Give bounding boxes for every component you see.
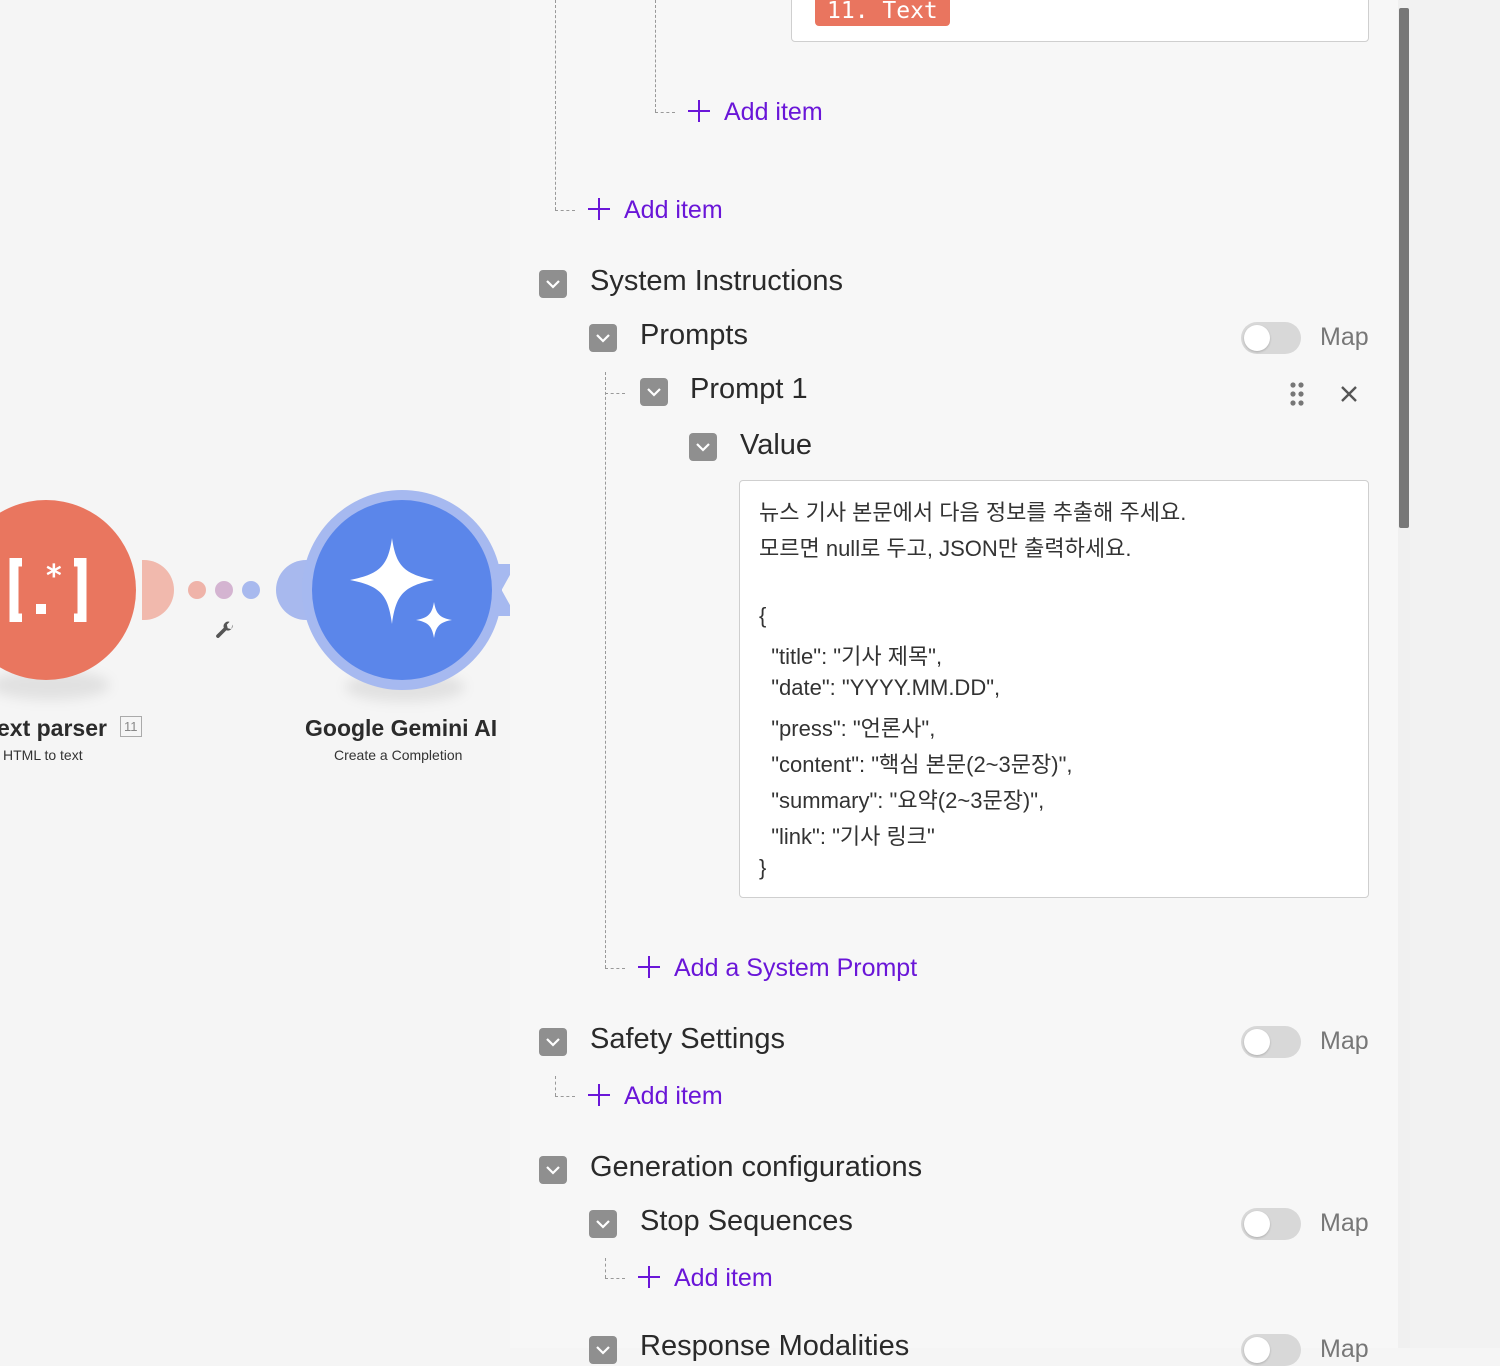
mapped-value-pill[interactable]: 11. Text — [815, 0, 950, 26]
section-title-response-modalities: Response Modalities — [640, 1330, 910, 1362]
route-dot — [188, 581, 206, 599]
field-label-value: Value — [740, 429, 813, 461]
tree-line — [605, 968, 625, 969]
route-dot — [215, 581, 233, 599]
map-toggle-response-modalities[interactable] — [1241, 1334, 1301, 1366]
chevron-down-icon — [596, 334, 610, 343]
wrench-icon[interactable] — [214, 620, 236, 642]
map-toggle-stop-sequences[interactable] — [1241, 1208, 1301, 1240]
tree-line — [555, 0, 556, 210]
canvas-right-strip — [1410, 0, 1500, 1348]
collapse-toggle-safety-settings[interactable] — [539, 1028, 567, 1056]
prompt-value-textarea[interactable]: 뉴스 기사 본문에서 다음 정보를 추출해 주세요. 모르면 null로 두고,… — [739, 480, 1369, 898]
textarea-line: "link": "기사 링크" — [759, 824, 935, 849]
text-parser-module[interactable]: * — [0, 500, 136, 680]
collapse-toggle-response-modalities[interactable] — [589, 1336, 617, 1364]
google-gemini-module[interactable] — [312, 500, 492, 680]
tree-line — [605, 372, 606, 968]
module-connector-out[interactable] — [142, 560, 174, 620]
chevron-down-icon — [546, 280, 560, 289]
textarea-line: { — [759, 603, 767, 628]
add-item-button[interactable]: Add item — [588, 196, 723, 225]
chevron-down-icon — [596, 1220, 610, 1229]
textarea-line: "press": "언론사", — [759, 716, 936, 741]
textarea-line: "content": "핵심 본문(2~3문장)", — [759, 752, 1073, 777]
textarea-line: "date": "YYYY.MM.DD", — [759, 675, 1001, 700]
section-title-generation-configurations: Generation configurations — [590, 1151, 923, 1183]
collapse-toggle-prompts[interactable] — [589, 324, 617, 352]
tree-line — [605, 393, 625, 394]
module-subtitle: Create a Completion — [334, 747, 463, 763]
svg-text:*: * — [46, 559, 62, 594]
route-dot — [242, 581, 260, 599]
module-subtitle: HTML to text — [3, 747, 83, 763]
tree-line — [555, 1096, 575, 1097]
plus-icon — [638, 956, 660, 978]
collapse-toggle-system-instructions[interactable] — [539, 270, 567, 298]
add-system-prompt-button[interactable]: Add a System Prompt — [638, 954, 917, 983]
section-title-safety-settings: Safety Settings — [590, 1023, 786, 1055]
collapse-toggle-value[interactable] — [689, 433, 717, 461]
map-toggle-prompts[interactable] — [1241, 322, 1301, 354]
section-title-system-instructions: System Instructions — [590, 265, 844, 297]
tree-line — [555, 1076, 556, 1096]
map-label: Map — [1320, 1209, 1369, 1237]
textarea-line: "title": "기사 제목", — [759, 644, 943, 669]
panel-scrollbar-thumb[interactable] — [1399, 8, 1409, 528]
textarea-line: "summary": "요약(2~3문장)", — [759, 788, 1045, 813]
tree-line — [555, 210, 575, 211]
chevron-down-icon — [647, 388, 661, 397]
scenario-canvas[interactable]: * ext parser 11 HTML to text Google Gemi… — [0, 0, 510, 1348]
plus-icon — [638, 1266, 660, 1288]
tree-line — [655, 112, 675, 113]
collapse-toggle-generation-configurations[interactable] — [539, 1156, 567, 1184]
textarea-line: 뉴스 기사 본문에서 다음 정보를 추출해 주세요. — [759, 500, 1187, 525]
add-item-button[interactable]: Add item — [688, 98, 823, 127]
textarea-line: } — [759, 855, 767, 880]
plus-icon — [588, 1084, 610, 1106]
text-parser-icon: * — [9, 558, 87, 622]
module-title: Google Gemini AI — [305, 715, 498, 741]
map-label: Map — [1320, 1335, 1369, 1363]
map-label: Map — [1320, 323, 1369, 351]
collapse-toggle-prompt-1[interactable] — [640, 378, 668, 406]
drag-handle-icon[interactable] — [1289, 381, 1305, 407]
section-title-stop-sequences: Stop Sequences — [640, 1205, 853, 1237]
item-title-prompt-1: Prompt 1 — [690, 373, 808, 405]
add-item-button[interactable]: Add item — [588, 1082, 723, 1111]
plus-icon — [688, 100, 710, 122]
map-toggle-safety-settings[interactable] — [1241, 1026, 1301, 1058]
textarea-line: 모르면 null로 두고, JSON만 출력하세요. — [759, 536, 1132, 561]
map-label: Map — [1320, 1027, 1369, 1055]
chevron-down-icon — [546, 1166, 560, 1175]
tree-line — [605, 1278, 625, 1279]
module-title: ext parser — [0, 715, 107, 741]
module-id-badge: 11 — [120, 716, 142, 737]
module-connector-out[interactable] — [492, 564, 510, 616]
section-title-prompts: Prompts — [640, 319, 748, 351]
chevron-down-icon — [696, 443, 710, 452]
gemini-sparkle-icon — [350, 538, 452, 638]
tree-line — [605, 1258, 606, 1278]
tree-line — [655, 0, 656, 112]
add-item-button[interactable]: Add item — [638, 1264, 773, 1293]
close-icon[interactable] — [1339, 384, 1359, 404]
collapse-toggle-stop-sequences[interactable] — [589, 1210, 617, 1238]
chevron-down-icon — [596, 1346, 610, 1355]
plus-icon — [588, 198, 610, 220]
chevron-down-icon — [546, 1038, 560, 1047]
